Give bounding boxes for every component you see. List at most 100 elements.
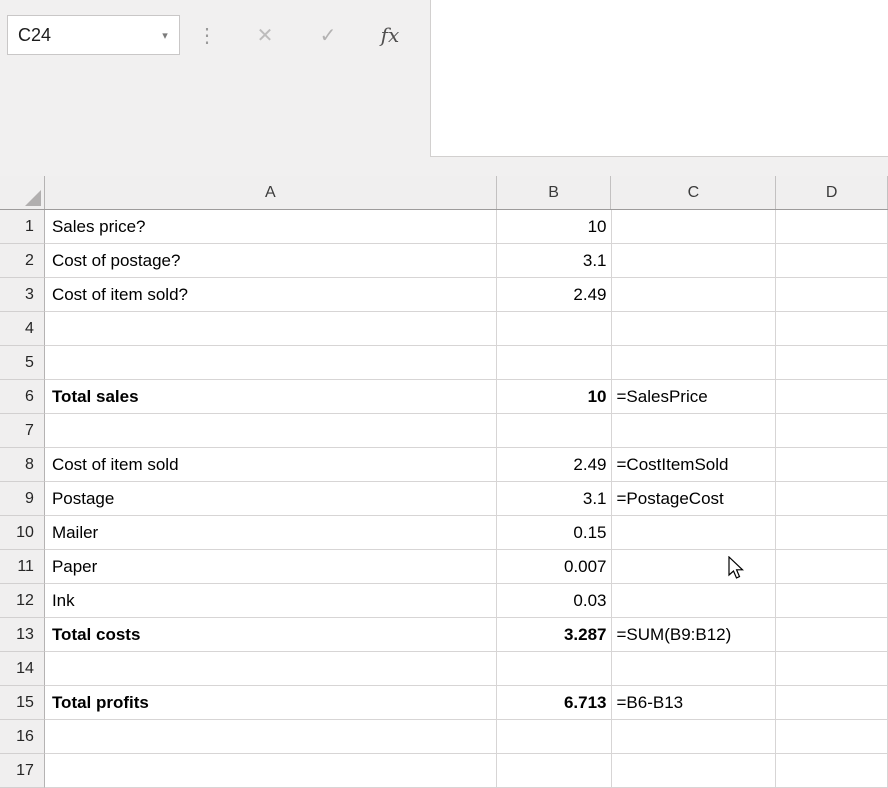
cell-B8[interactable]: 2.49	[497, 448, 612, 482]
cell-C6[interactable]: =SalesPrice	[612, 380, 777, 414]
cell-B9[interactable]: 3.1	[497, 482, 612, 516]
cell-C9[interactable]: =PostageCost	[612, 482, 777, 516]
cell-B12[interactable]: 0.03	[497, 584, 612, 618]
row-header-9[interactable]: 9	[0, 482, 45, 516]
row-header-2[interactable]: 2	[0, 244, 45, 278]
cell-C7[interactable]	[612, 414, 777, 448]
cell-A17[interactable]	[45, 754, 497, 788]
row-header-3[interactable]: 3	[0, 278, 45, 312]
cell-C2[interactable]	[612, 244, 777, 278]
cell-B2[interactable]: 3.1	[497, 244, 612, 278]
cell-D6[interactable]	[776, 380, 888, 414]
grid-row-10: 10Mailer0.15	[0, 516, 888, 550]
column-header-B[interactable]: B	[497, 176, 612, 209]
row-header-12[interactable]: 12	[0, 584, 45, 618]
cell-A9[interactable]: Postage	[45, 482, 497, 516]
row-header-15[interactable]: 15	[0, 686, 45, 720]
row-header-8[interactable]: 8	[0, 448, 45, 482]
cell-C12[interactable]	[612, 584, 777, 618]
cell-C11[interactable]	[612, 550, 777, 584]
cell-C3[interactable]	[612, 278, 777, 312]
cell-D13[interactable]	[776, 618, 888, 652]
spreadsheet-app: C24 ▾ ⋮ ✕ ✓ fx A B C D 1Sales price?102C…	[0, 0, 888, 788]
cell-B17[interactable]	[497, 754, 612, 788]
cell-C16[interactable]	[612, 720, 777, 754]
column-header-D[interactable]: D	[776, 176, 888, 209]
row-header-13[interactable]: 13	[0, 618, 45, 652]
cell-C13[interactable]: =SUM(B9:B12)	[612, 618, 777, 652]
cell-A16[interactable]	[45, 720, 497, 754]
cell-A10[interactable]: Mailer	[45, 516, 497, 550]
insert-function-icon[interactable]: fx	[367, 16, 413, 54]
row-header-10[interactable]: 10	[0, 516, 45, 550]
cell-C4[interactable]	[612, 312, 777, 346]
cell-A12[interactable]: Ink	[45, 584, 497, 618]
cell-C15[interactable]: =B6-B13	[612, 686, 777, 720]
cell-D8[interactable]	[776, 448, 888, 482]
cell-A15[interactable]: Total profits	[45, 686, 497, 720]
cell-C8[interactable]: =CostItemSold	[612, 448, 777, 482]
cell-D12[interactable]	[776, 584, 888, 618]
cell-C17[interactable]	[612, 754, 777, 788]
row-header-7[interactable]: 7	[0, 414, 45, 448]
cell-D17[interactable]	[776, 754, 888, 788]
cell-D14[interactable]	[776, 652, 888, 686]
cell-B1[interactable]: 10	[497, 210, 612, 244]
cell-A2[interactable]: Cost of postage?	[45, 244, 497, 278]
select-all-corner[interactable]	[0, 176, 45, 209]
cell-D1[interactable]	[776, 210, 888, 244]
cell-C1[interactable]	[612, 210, 777, 244]
row-header-11[interactable]: 11	[0, 550, 45, 584]
row-header-4[interactable]: 4	[0, 312, 45, 346]
name-box[interactable]: C24 ▾	[7, 15, 180, 55]
cell-B7[interactable]	[497, 414, 612, 448]
cell-A6[interactable]: Total sales	[45, 380, 497, 414]
cell-A3[interactable]: Cost of item sold?	[45, 278, 497, 312]
grid-row-4: 4	[0, 312, 888, 346]
row-header-1[interactable]: 1	[0, 210, 45, 244]
cell-B10[interactable]: 0.15	[497, 516, 612, 550]
cell-B3[interactable]: 2.49	[497, 278, 612, 312]
cell-C14[interactable]	[612, 652, 777, 686]
formula-input[interactable]	[430, 0, 888, 157]
cell-A5[interactable]	[45, 346, 497, 380]
cell-A8[interactable]: Cost of item sold	[45, 448, 497, 482]
cell-A1[interactable]: Sales price?	[45, 210, 497, 244]
cell-B13[interactable]: 3.287	[497, 618, 612, 652]
cancel-icon[interactable]: ✕	[242, 16, 288, 54]
cell-B6[interactable]: 10	[497, 380, 612, 414]
name-box-dropdown-icon[interactable]: ▾	[151, 29, 179, 42]
cell-A14[interactable]	[45, 652, 497, 686]
cell-D2[interactable]	[776, 244, 888, 278]
cell-D4[interactable]	[776, 312, 888, 346]
cell-B14[interactable]	[497, 652, 612, 686]
cell-B15[interactable]: 6.713	[497, 686, 612, 720]
cell-C5[interactable]	[612, 346, 777, 380]
cell-A11[interactable]: Paper	[45, 550, 497, 584]
cell-B11[interactable]: 0.007	[497, 550, 612, 584]
cell-D3[interactable]	[776, 278, 888, 312]
row-header-6[interactable]: 6	[0, 380, 45, 414]
row-header-17[interactable]: 17	[0, 754, 45, 788]
cell-D7[interactable]	[776, 414, 888, 448]
grid-row-13: 13Total costs3.287=SUM(B9:B12)	[0, 618, 888, 652]
cell-B5[interactable]	[497, 346, 612, 380]
cell-D11[interactable]	[776, 550, 888, 584]
cell-A4[interactable]	[45, 312, 497, 346]
row-header-5[interactable]: 5	[0, 346, 45, 380]
cell-D10[interactable]	[776, 516, 888, 550]
cell-A7[interactable]	[45, 414, 497, 448]
cell-D15[interactable]	[776, 686, 888, 720]
cell-B16[interactable]	[497, 720, 612, 754]
cell-D9[interactable]	[776, 482, 888, 516]
cell-A13[interactable]: Total costs	[45, 618, 497, 652]
row-header-16[interactable]: 16	[0, 720, 45, 754]
cell-D16[interactable]	[776, 720, 888, 754]
cell-B4[interactable]	[497, 312, 612, 346]
column-header-A[interactable]: A	[45, 176, 497, 209]
row-header-14[interactable]: 14	[0, 652, 45, 686]
cell-C10[interactable]	[612, 516, 777, 550]
enter-icon[interactable]: ✓	[305, 16, 351, 54]
column-header-C[interactable]: C	[611, 176, 776, 209]
cell-D5[interactable]	[776, 346, 888, 380]
